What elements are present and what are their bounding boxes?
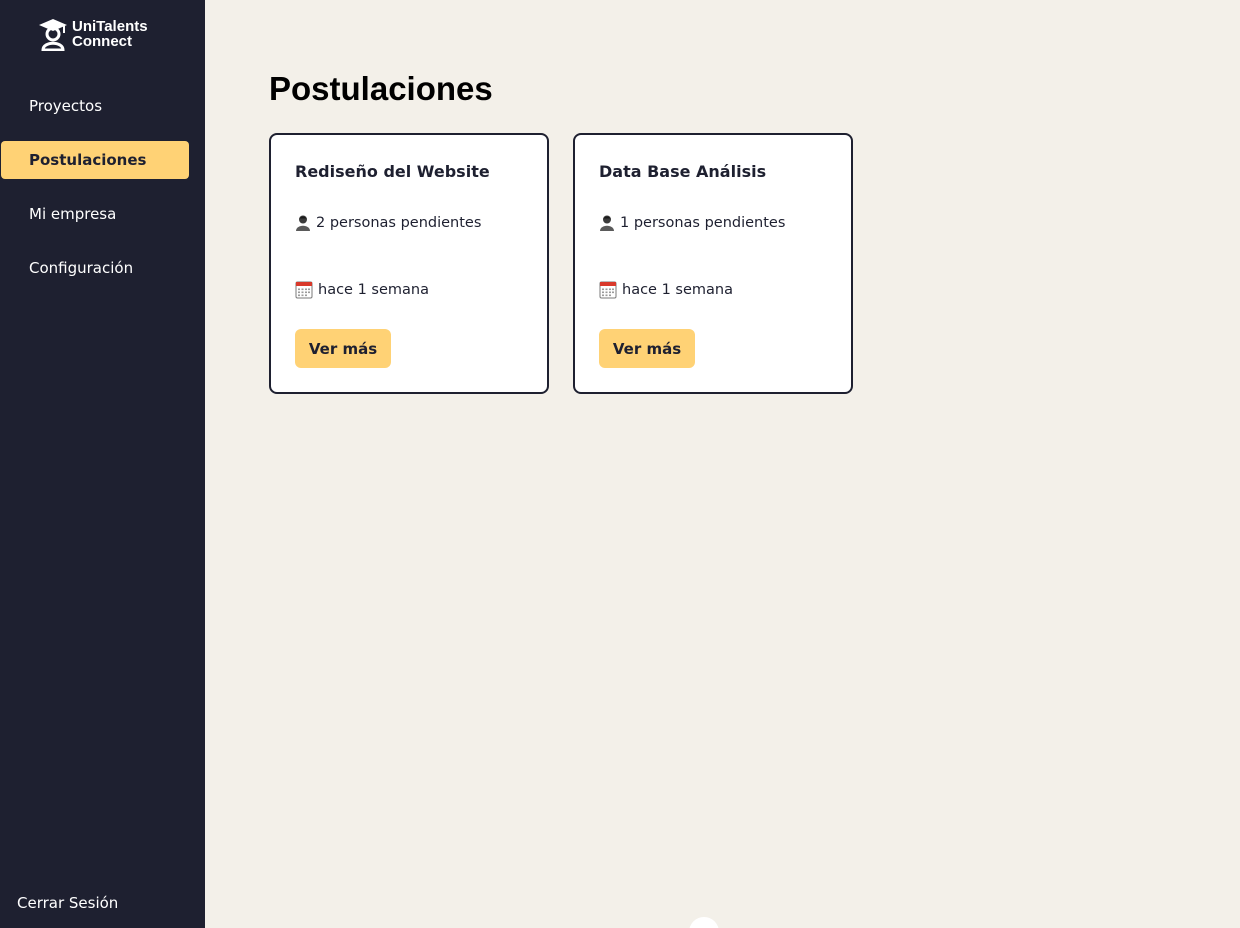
sidebar-item-label: Configuración [29, 259, 134, 277]
pending-count: 2 personas pendientes [295, 214, 481, 231]
pending-text: 2 personas pendientes [316, 214, 482, 231]
brand-name-line1: UniTalents [72, 18, 148, 35]
application-card: Rediseño del Website 2 personas pendient… [269, 133, 549, 394]
ver-mas-button[interactable]: Ver más [295, 329, 391, 368]
brand-logo[interactable]: UniTalents Connect [38, 17, 148, 51]
person-icon [599, 214, 615, 231]
pending-text: 1 personas pendientes [620, 214, 786, 231]
pending-count: 1 personas pendientes [599, 214, 785, 231]
main-content: Postulaciones Rediseño del Website 2 per… [205, 0, 1240, 928]
calendar-icon [599, 281, 617, 299]
card-title: Data Base Análisis [599, 162, 767, 181]
application-card: Data Base Análisis 1 personas pendientes [573, 133, 853, 394]
sidebar-item-postulaciones[interactable]: Postulaciones [1, 141, 189, 179]
sidebar-item-mi-empresa[interactable]: Mi empresa [1, 195, 189, 233]
person-icon [295, 214, 311, 231]
calendar-icon [295, 281, 313, 299]
posted-date: hace 1 semana [295, 281, 429, 299]
page-title: Postulaciones [269, 70, 493, 107]
sidebar-item-configuracion[interactable]: Configuración [1, 249, 189, 287]
date-text: hace 1 semana [318, 282, 429, 298]
graduate-logo-icon [38, 17, 68, 51]
sidebar-nav: Proyectos Postulaciones Mi empresa Confi… [0, 87, 205, 303]
application-card-list: Rediseño del Website 2 personas pendient… [269, 133, 853, 394]
sidebar-item-label: Mi empresa [29, 205, 117, 223]
sidebar: UniTalents Connect Proyectos Postulacion… [0, 0, 205, 928]
logout-button[interactable]: Cerrar Sesión [17, 894, 118, 912]
sidebar-item-label: Postulaciones [29, 151, 147, 169]
card-title: Rediseño del Website [295, 162, 490, 181]
posted-date: hace 1 semana [599, 281, 733, 299]
sidebar-item-proyectos[interactable]: Proyectos [1, 87, 189, 125]
brand-name: UniTalents Connect [72, 19, 148, 49]
brand-name-line2: Connect [72, 33, 132, 50]
date-text: hace 1 semana [622, 282, 733, 298]
sidebar-item-label: Proyectos [29, 97, 103, 115]
ver-mas-button[interactable]: Ver más [599, 329, 695, 368]
